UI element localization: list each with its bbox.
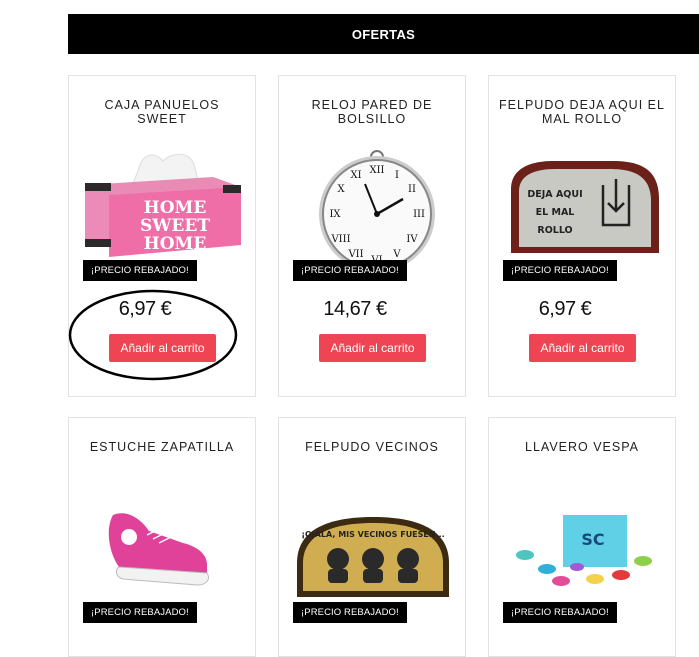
- mat-text-3: ROLLO: [537, 225, 572, 236]
- svg-text:VII: VII: [347, 249, 363, 260]
- mat-text: ¡OJALA, MIS VECINOS FUESEN...: [301, 530, 444, 539]
- mat-text-1: DEJA AQUI: [527, 189, 582, 200]
- product-card-reloj: RELOJ PARED DE BOLSILLO XII I II III IV V VI…: [278, 75, 466, 397]
- svg-text:II: II: [408, 184, 416, 195]
- svg-text:X: X: [337, 184, 345, 195]
- product-image[interactable]: ¡OJALA, MIS VECINOS FUESEN...: [293, 513, 453, 603]
- product-title[interactable]: RELOJ PARED DE BOLSILLO: [279, 98, 465, 126]
- product-price: 14,67 €: [323, 298, 387, 320]
- sale-badge: ¡PRECIO REBAJADO!: [293, 602, 407, 623]
- box-text: SC: [581, 530, 604, 549]
- product-card-llavero-vespa: LLAVERO VESPA SC ¡PRECIO REBAJADO!: [488, 417, 676, 657]
- sale-badge: ¡PRECIO REBAJADO!: [503, 260, 617, 281]
- svg-text:V: V: [392, 249, 401, 260]
- mat-text-2: EL MAL: [536, 207, 575, 218]
- box-text-sweet: SWEET: [140, 216, 210, 236]
- product-title[interactable]: FELPUDO VECINOS: [279, 440, 465, 454]
- product-title[interactable]: CAJA PANUELOS SWEET: [69, 98, 255, 126]
- product-image[interactable]: [83, 493, 243, 603]
- svg-text:I: I: [395, 170, 399, 181]
- product-title[interactable]: FELPUDO DEJA AQUI EL MAL ROLLO: [489, 98, 675, 126]
- product-title[interactable]: ESTUCHE ZAPATILLA: [69, 440, 255, 454]
- product-image[interactable]: SC: [503, 493, 663, 603]
- offers-title: OFERTAS: [351, 26, 416, 42]
- add-to-cart-button[interactable]: Añadir al carrito: [319, 334, 426, 362]
- product-title[interactable]: LLAVERO VESPA: [489, 440, 675, 454]
- product-image[interactable]: DEJA AQUI EL MAL ROLLO: [503, 149, 663, 267]
- product-price: 6,97 €: [538, 298, 592, 320]
- sale-badge: ¡PRECIO REBAJADO!: [503, 602, 617, 623]
- sale-badge: ¡PRECIO REBAJADO!: [83, 602, 197, 623]
- product-card-felpudo-vecinos: FELPUDO VECINOS ¡OJALA, MIS VECINOS FUES…: [278, 417, 466, 657]
- box-text-home: HOME: [144, 198, 207, 218]
- product-image[interactable]: HOME SWEET HOME: [83, 149, 243, 267]
- product-image[interactable]: XIIIII IIIIVV VIVIIVIII IXXXI: [293, 149, 453, 267]
- add-to-cart-button[interactable]: Añadir al carrito: [529, 334, 636, 362]
- sale-badge: ¡PRECIO REBAJADO!: [293, 260, 407, 281]
- product-card-estuche-zapatilla: ESTUCHE ZAPATILLA ¡PRECIO REBAJADO!: [68, 417, 256, 657]
- svg-text:IX: IX: [329, 209, 341, 220]
- svg-text:XII: XII: [369, 165, 384, 176]
- svg-text:XI: XI: [350, 170, 361, 181]
- product-card-felpudo-mal-rollo: FELPUDO DEJA AQUI EL MAL ROLLO DEJA AQUI…: [488, 75, 676, 397]
- svg-text:VIII: VIII: [330, 234, 350, 245]
- sale-badge: ¡PRECIO REBAJADO!: [83, 260, 197, 281]
- annotation-circle: [68, 289, 238, 381]
- svg-text:III: III: [413, 209, 425, 220]
- svg-text:IV: IV: [406, 234, 418, 245]
- box-text-home: HOME: [144, 234, 207, 254]
- offers-header: OFERTAS: [68, 14, 699, 54]
